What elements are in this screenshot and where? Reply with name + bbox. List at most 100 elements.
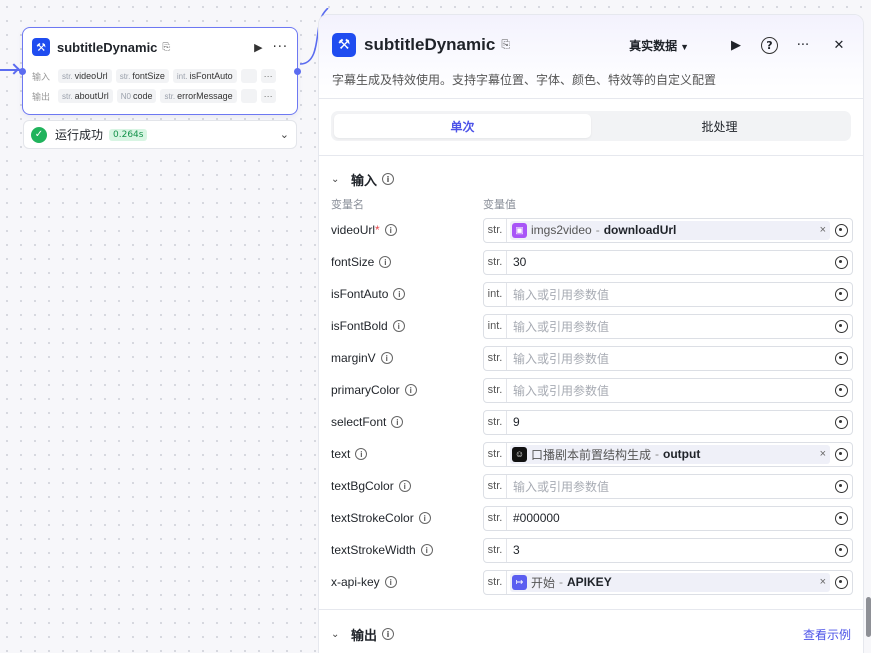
node-outputs-more[interactable]: ··· (260, 89, 276, 103)
reference-picker-button[interactable] (830, 575, 852, 589)
reference-picker-button[interactable] (830, 479, 852, 493)
value-placeholder[interactable]: 输入或引用参数值 (507, 318, 830, 335)
info-icon[interactable]: i (379, 256, 392, 268)
reference-picker-button[interactable] (830, 543, 852, 557)
variable-value-field[interactable]: str. ☺ 口播剧本前置结构生成 - output × (483, 441, 853, 467)
type-badge: str. (484, 250, 507, 274)
info-icon[interactable]: i (418, 512, 431, 524)
input-row-text: text i str. ☺ 口播剧本前置结构生成 - output × (319, 438, 863, 470)
col-variable-value: 变量值 (483, 199, 516, 211)
value-placeholder[interactable]: 输入或引用参数值 (507, 350, 830, 367)
reference-picker-button[interactable] (830, 415, 852, 429)
reference-chip[interactable]: ↦ 开始 - APIKEY × (510, 572, 830, 592)
variable-name: selectFont i (331, 415, 483, 429)
input-section-header[interactable]: ⌄ 输入 i (319, 168, 863, 190)
reference-picker-button[interactable] (830, 351, 852, 365)
chevron-down-icon[interactable]: ⌄ (280, 128, 289, 141)
value-placeholder[interactable]: 输入或引用参数值 (507, 286, 830, 303)
close-icon[interactable]: ✕ (828, 34, 850, 56)
target-icon (834, 575, 848, 589)
tab-single[interactable]: 单次 (334, 114, 591, 138)
chevron-down-icon[interactable]: ⌄ (331, 174, 343, 185)
info-icon[interactable]: i (420, 544, 433, 556)
variable-name: videoUrl * i (331, 223, 483, 237)
output-section-header[interactable]: ⌄ 输出 i 查看示例 (319, 623, 863, 645)
value-text[interactable]: 30 (507, 255, 830, 269)
help-icon[interactable]: ? (761, 36, 778, 54)
value-placeholder[interactable]: 输入或引用参数值 (507, 478, 830, 495)
clear-reference-icon[interactable]: × (820, 576, 826, 588)
reference-picker-button[interactable] (830, 447, 852, 461)
node-run-button[interactable]: ▶ (254, 41, 262, 54)
node-output-port[interactable] (294, 68, 301, 75)
value-text[interactable]: 9 (507, 415, 830, 429)
variable-value-field[interactable]: str. 输入或引用参数值 (483, 473, 853, 499)
variable-value-field[interactable]: str. 输入或引用参数值 (483, 345, 853, 371)
variable-value-field[interactable]: int. 输入或引用参数值 (483, 281, 853, 307)
reference-picker-button[interactable] (830, 255, 852, 269)
node-inputs-label: 输入 (32, 71, 51, 82)
info-icon[interactable]: i (382, 173, 395, 185)
value-text[interactable]: 3 (507, 543, 830, 557)
run-status-bar[interactable]: ✓ 运行成功 0.264s ⌄ (23, 120, 297, 149)
data-source-dropdown[interactable]: 真实数据 ▼ (629, 37, 689, 54)
variable-value-field[interactable]: str. ▣ imgs2video - downloadUrl × (483, 217, 853, 243)
input-row-selectFont: selectFont i str. 9 (319, 406, 863, 438)
reference-picker-button[interactable] (830, 223, 852, 237)
info-icon[interactable]: i (393, 288, 406, 300)
workflow-node-subtitle-dynamic[interactable]: ⚒ subtitleDynamic ⎘ ▶ ··· 输入 str. videoUr… (19, 27, 301, 115)
reference-picker-button[interactable] (830, 287, 852, 301)
node-input-port[interactable] (19, 68, 26, 75)
value-text[interactable]: #000000 (507, 511, 830, 525)
info-icon[interactable]: i (380, 352, 393, 364)
variable-value-field[interactable]: str. 9 (483, 409, 853, 435)
variable-value-field[interactable]: int. 输入或引用参数值 (483, 313, 853, 339)
source-node-icon: ▣ (512, 222, 527, 238)
target-icon (834, 447, 848, 461)
panel-scrollbar[interactable] (866, 597, 871, 637)
reference-chip[interactable]: ▣ imgs2video - downloadUrl × (510, 220, 830, 240)
info-icon[interactable]: i (382, 628, 395, 640)
run-time-badge: 0.264s (109, 128, 148, 141)
info-icon[interactable]: i (384, 576, 397, 588)
more-options-button[interactable]: ··· (792, 34, 814, 56)
info-icon[interactable]: i (398, 480, 411, 492)
info-icon[interactable]: i (404, 384, 417, 396)
type-badge: int. (484, 282, 507, 306)
clear-reference-icon[interactable]: × (820, 448, 826, 460)
variable-value-field[interactable]: str. 3 (483, 537, 853, 563)
value-placeholder[interactable]: 输入或引用参数值 (507, 382, 830, 399)
caret-down-icon: ▼ (680, 41, 689, 52)
reference-picker-button[interactable] (830, 383, 852, 397)
node-input-chip: str. fontSize (115, 69, 169, 83)
panel-header: ⚒ subtitleDynamic ⎘ 真实数据 ▼ ▶ ? ··· ✕ 字幕生成… (319, 15, 863, 99)
info-icon[interactable]: i (392, 320, 405, 332)
source-node-icon: ↦ (512, 574, 527, 590)
variable-value-field[interactable]: str. #000000 (483, 505, 853, 531)
clear-reference-icon[interactable]: × (820, 224, 826, 236)
input-column-headers: 变量名 变量值 (319, 194, 863, 214)
info-icon[interactable]: i (391, 416, 404, 428)
view-example-link[interactable]: 查看示例 (803, 626, 851, 643)
variable-value-field[interactable]: str. 输入或引用参数值 (483, 377, 853, 403)
node-output-chip-overflow (240, 89, 257, 103)
target-icon (834, 255, 848, 269)
run-button[interactable]: ▶ (725, 34, 747, 56)
variable-value-field[interactable]: str. 30 (483, 249, 853, 275)
info-icon[interactable]: i (355, 448, 368, 460)
tab-batch[interactable]: 批处理 (591, 114, 848, 138)
reference-picker-button[interactable] (830, 319, 852, 333)
variable-value-field[interactable]: str. ↦ 开始 - APIKEY × (483, 569, 853, 595)
reference-picker-button[interactable] (830, 511, 852, 525)
panel-title: subtitleDynamic (364, 35, 496, 54)
node-inputs-more[interactable]: ··· (260, 69, 276, 83)
info-icon[interactable]: i (384, 224, 397, 236)
chevron-down-icon[interactable]: ⌄ (331, 629, 343, 640)
output-section-title: 输出 (351, 627, 378, 643)
variable-name: textStrokeWidth i (331, 543, 483, 557)
node-title: subtitleDynamic (57, 39, 158, 55)
node-tag-icon: ⎘ (162, 41, 171, 53)
reference-chip[interactable]: ☺ 口播剧本前置结构生成 - output × (510, 444, 830, 464)
variable-name: x-api-key i (331, 575, 483, 589)
node-more-button[interactable]: ··· (273, 40, 288, 55)
